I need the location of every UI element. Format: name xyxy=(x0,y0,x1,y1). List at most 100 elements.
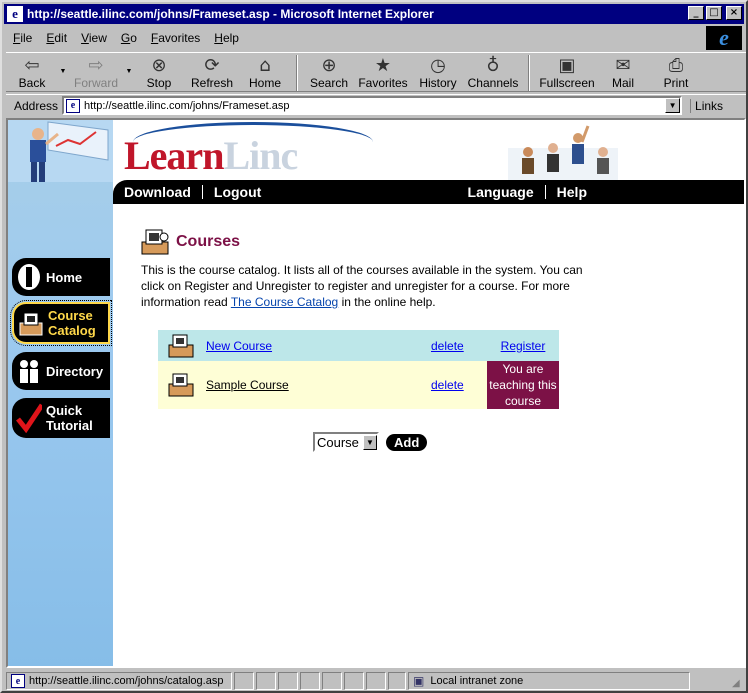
favorites-button[interactable]: ★ Favorites xyxy=(354,53,412,93)
sidebar-item-home[interactable]: Home xyxy=(12,258,110,296)
sidebar-item-label: Directory xyxy=(46,363,104,379)
links-button[interactable]: Links xyxy=(690,98,723,113)
intranet-zone-icon: ▣ xyxy=(413,674,425,688)
favorites-folder-icon: ★ xyxy=(374,55,392,76)
forward-button[interactable]: ⇨ Forward xyxy=(68,53,124,93)
nav-help[interactable]: Help xyxy=(546,184,598,200)
menu-help[interactable]: Help xyxy=(207,31,246,45)
fullscreen-button[interactable]: ▣ Fullscreen xyxy=(536,53,598,93)
status-empty-cell xyxy=(234,672,254,690)
browser-window: e http://seattle.ilinc.com/johns/Framese… xyxy=(0,0,748,693)
add-type-select[interactable]: Course ▼ xyxy=(313,432,379,452)
nav-download[interactable]: Download xyxy=(113,184,202,200)
table-row: New Course delete Register xyxy=(158,330,559,361)
mail-button[interactable]: ✉ Mail xyxy=(598,53,648,93)
forward-dropdown[interactable]: ▼ xyxy=(124,53,134,91)
status-bar: e http://seattle.ilinc.com/johns/catalog… xyxy=(6,672,746,692)
course-name-link[interactable]: New Course xyxy=(206,339,272,353)
print-button[interactable]: ⎙ Print xyxy=(648,53,704,93)
page-title: Courses xyxy=(176,233,241,250)
top-nav: Download Logout Language Help xyxy=(113,180,744,204)
stop-button[interactable]: ⊗ Stop xyxy=(134,53,184,93)
sidebar-item-label: Quick Tutorial xyxy=(46,403,93,433)
search-button[interactable]: ⊕ Search xyxy=(304,53,354,93)
course-catalog-icon xyxy=(18,308,44,338)
house-icon: ⌂ xyxy=(259,55,271,76)
back-arrow-icon: ⇦ xyxy=(24,55,40,76)
table-row: Sample Course delete You are teaching th… xyxy=(158,361,559,409)
sidebar-item-label: Course Catalog xyxy=(48,308,96,338)
home-button[interactable]: ⌂ Home xyxy=(240,53,290,93)
mail-envelope-icon: ✉ xyxy=(615,55,631,76)
channels-button[interactable]: ♁ Channels xyxy=(464,53,522,93)
page-icon: e xyxy=(66,98,81,113)
status-empty-cell xyxy=(366,672,386,690)
status-url-cell: e http://seattle.ilinc.com/johns/catalog… xyxy=(6,672,232,690)
delete-link[interactable]: delete xyxy=(431,339,464,353)
nav-logout[interactable]: Logout xyxy=(203,184,272,200)
courses-icon xyxy=(141,229,169,255)
address-label: Address xyxy=(14,98,59,113)
close-button[interactable]: × xyxy=(726,6,742,20)
history-clock-icon: ◷ xyxy=(430,55,446,76)
refresh-button[interactable]: ⟳ Refresh xyxy=(184,53,240,93)
sidebar-item-directory[interactable]: Directory xyxy=(12,352,110,390)
window-title: http://seattle.ilinc.com/johns/Frameset.… xyxy=(27,7,434,21)
course-icon xyxy=(168,334,194,357)
status-empty-cell xyxy=(388,672,406,690)
printer-icon: ⎙ xyxy=(668,55,684,76)
minimize-button[interactable]: _ xyxy=(688,6,704,20)
address-dropdown-icon[interactable]: ▼ xyxy=(665,98,681,113)
add-controls: Course ▼ Add xyxy=(313,432,428,452)
courses-table: New Course delete Register Sample Course… xyxy=(158,330,559,409)
satellite-dish-icon: ♁ xyxy=(486,55,500,76)
catalog-description: This is the course catalog. It lists all… xyxy=(141,263,583,309)
page-heading: Courses xyxy=(140,228,240,256)
course-name-link[interactable]: Sample Course xyxy=(206,378,289,392)
status-empty-cell xyxy=(322,672,342,690)
search-globe-icon: ⊕ xyxy=(321,55,337,76)
nav-language[interactable]: Language xyxy=(457,184,545,200)
fullscreen-window-icon: ▣ xyxy=(558,55,576,76)
sidebar-item-course-catalog[interactable]: Course Catalog xyxy=(10,300,112,346)
menu-bar: File Edit View Go Favorites Help xyxy=(6,28,706,48)
maximize-button[interactable]: □ xyxy=(706,6,722,20)
sidebar-item-quick-tutorial[interactable]: Quick Tutorial xyxy=(12,398,110,438)
toolbar: ⇦ Back ▼ ⇨ Forward ▼ ⊗ Stop ⟳ Refresh ⌂ Home … xyxy=(6,52,746,92)
delete-link[interactable]: delete xyxy=(431,378,464,392)
sidebar xyxy=(8,120,113,666)
directory-people-icon xyxy=(16,356,42,386)
menu-go[interactable]: Go xyxy=(114,31,144,45)
menu-favorites[interactable]: Favorites xyxy=(144,31,207,45)
banner: LearnLinc xyxy=(8,120,744,182)
menu-view[interactable]: View xyxy=(74,31,114,45)
audience-illustration xyxy=(508,125,618,180)
address-value: http://seattle.ilinc.com/johns/Frameset.… xyxy=(84,99,290,112)
menu-file[interactable]: File xyxy=(6,31,39,45)
learnlinc-logo: LearnLinc xyxy=(124,133,298,178)
status-empty-cell xyxy=(344,672,364,690)
nav-right-group: Language Help xyxy=(457,180,598,204)
history-button[interactable]: ◷ History xyxy=(412,53,464,93)
toolbar-separator xyxy=(296,55,298,91)
add-button[interactable]: Add xyxy=(386,433,428,451)
register-link[interactable]: Register xyxy=(501,339,546,353)
address-input[interactable]: e http://seattle.ilinc.com/johns/Framese… xyxy=(62,96,683,115)
ie-page-icon: e xyxy=(7,6,23,22)
toolbar-separator xyxy=(528,55,530,91)
resize-grip-icon[interactable]: ◢ xyxy=(732,678,746,692)
status-empty-cell xyxy=(256,672,276,690)
refresh-icon: ⟳ xyxy=(204,55,220,76)
back-dropdown[interactable]: ▼ xyxy=(58,53,68,91)
address-bar: Address e http://seattle.ilinc.com/johns… xyxy=(6,94,746,116)
back-button[interactable]: ⇦ Back xyxy=(6,53,58,93)
sidebar-item-label: Home xyxy=(46,269,83,285)
stop-icon: ⊗ xyxy=(151,55,167,76)
home-icon xyxy=(16,262,42,292)
status-zone-cell: ▣ Local intranet zone xyxy=(408,672,690,690)
select-dropdown-icon: ▼ xyxy=(363,434,377,450)
menu-edit[interactable]: Edit xyxy=(39,31,74,45)
course-catalog-help-link[interactable]: The Course Catalog xyxy=(231,295,338,309)
course-icon xyxy=(168,373,194,397)
teaching-status: You are teaching this course xyxy=(487,361,559,409)
